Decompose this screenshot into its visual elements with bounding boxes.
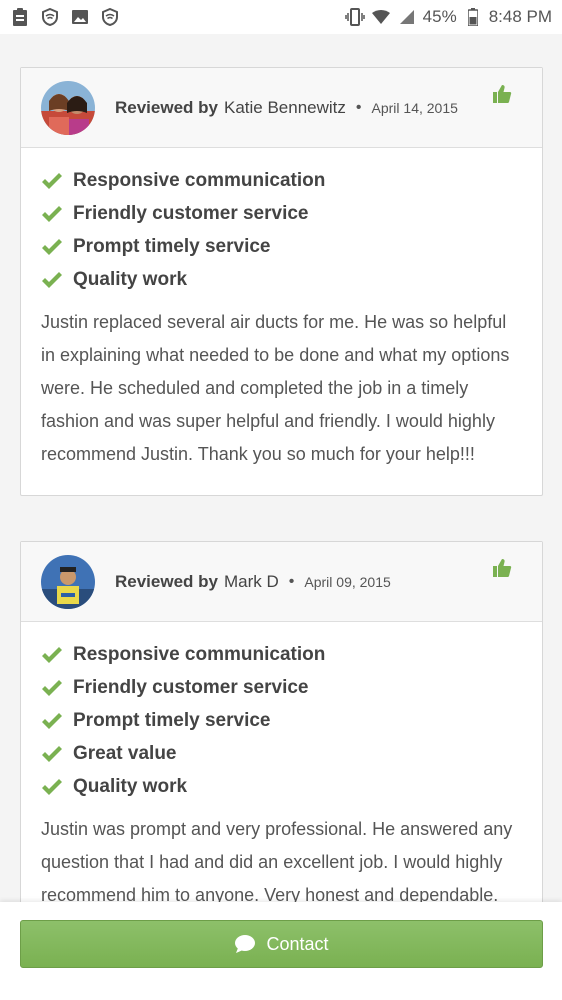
attribute-label: Friendly customer service: [73, 202, 309, 224]
clock: 8:48 PM: [488, 7, 552, 26]
review-body: Responsive communication Friendly custom…: [21, 148, 542, 495]
review-card: Reviewed by Mark D • April 09, 2015 Resp…: [20, 541, 543, 902]
check-icon: [42, 172, 62, 189]
reviewed-by-label: Reviewed by: [115, 97, 218, 117]
reviewed-by-label: Reviewed by: [115, 571, 218, 591]
review-header: Reviewed by Mark D • April 09, 2015: [21, 542, 542, 622]
list-item: Prompt timely service: [41, 230, 522, 263]
review-card: Reviewed by Katie Bennewitz • April 14, …: [20, 67, 543, 496]
attribute-label: Quality work: [73, 775, 188, 797]
list-item: Friendly customer service: [41, 671, 522, 704]
separator-dot: •: [355, 98, 362, 116]
list-item: Responsive communication: [41, 638, 522, 671]
review-text: Justin replaced several air ducts for me…: [41, 312, 510, 464]
attribute-label: Friendly customer service: [73, 676, 309, 698]
list-item: Quality work: [41, 770, 522, 803]
reviewer-info: Reviewed by Mark D • April 09, 2015: [115, 572, 391, 592]
list-item: Quality work: [41, 263, 522, 296]
contact-label: Contact: [266, 933, 329, 954]
reviews-scroll-area[interactable]: Reviewed by Katie Bennewitz • April 14, …: [0, 34, 562, 902]
clipboard-icon: [10, 7, 30, 27]
status-right: 45% 8:48 PM: [344, 7, 552, 27]
battery-icon: [463, 7, 483, 27]
list-item: Great value: [41, 737, 522, 770]
image-icon: [70, 7, 90, 27]
list-item: Responsive communication: [41, 164, 522, 197]
status-left: [10, 7, 120, 27]
review-body: Responsive communication Friendly custom…: [21, 622, 542, 903]
thumbs-up-icon: [492, 558, 512, 578]
wifi-icon: [371, 7, 391, 27]
separator-dot: •: [288, 572, 295, 590]
check-icon: [42, 646, 62, 663]
attribute-label: Responsive communication: [73, 643, 326, 665]
status-bar: 45% 8:48 PM: [0, 0, 562, 34]
shield-icon: [100, 7, 120, 27]
review-date: April 09, 2015: [304, 573, 391, 590]
thumbs-up-icon: [492, 84, 512, 104]
check-icon: [42, 679, 62, 696]
attribute-label: Quality work: [73, 268, 188, 290]
review-text: Justin was prompt and very professional.…: [41, 819, 513, 902]
battery-percent: 45%: [422, 7, 457, 26]
vibrate-icon: [344, 7, 365, 27]
reviewer-name[interactable]: Mark D: [224, 572, 279, 592]
list-item: Friendly customer service: [41, 197, 522, 230]
avatar: [41, 554, 95, 609]
shield-icon: [40, 7, 60, 27]
review-date: April 14, 2015: [371, 99, 458, 116]
attribute-label: Prompt timely service: [73, 709, 271, 731]
attribute-label: Responsive communication: [73, 169, 326, 191]
review-header: Reviewed by Katie Bennewitz • April 14, …: [21, 68, 542, 148]
attribute-label: Great value: [73, 742, 177, 764]
contact-button[interactable]: Contact: [20, 920, 543, 968]
reviewer-name[interactable]: Katie Bennewitz: [224, 98, 346, 118]
bottom-action-bar: Contact: [0, 902, 562, 1000]
list-item: Prompt timely service: [41, 704, 522, 737]
check-icon: [42, 712, 62, 729]
check-icon: [42, 271, 62, 288]
avatar: [41, 80, 95, 135]
chat-bubble-icon: [235, 935, 256, 953]
check-icon: [42, 745, 62, 762]
reviewer-info: Reviewed by Katie Bennewitz • April 14, …: [115, 98, 458, 118]
signal-icon: [397, 7, 417, 27]
attribute-label: Prompt timely service: [73, 235, 271, 257]
check-icon: [42, 778, 62, 795]
check-icon: [42, 205, 62, 222]
check-icon: [42, 238, 62, 255]
